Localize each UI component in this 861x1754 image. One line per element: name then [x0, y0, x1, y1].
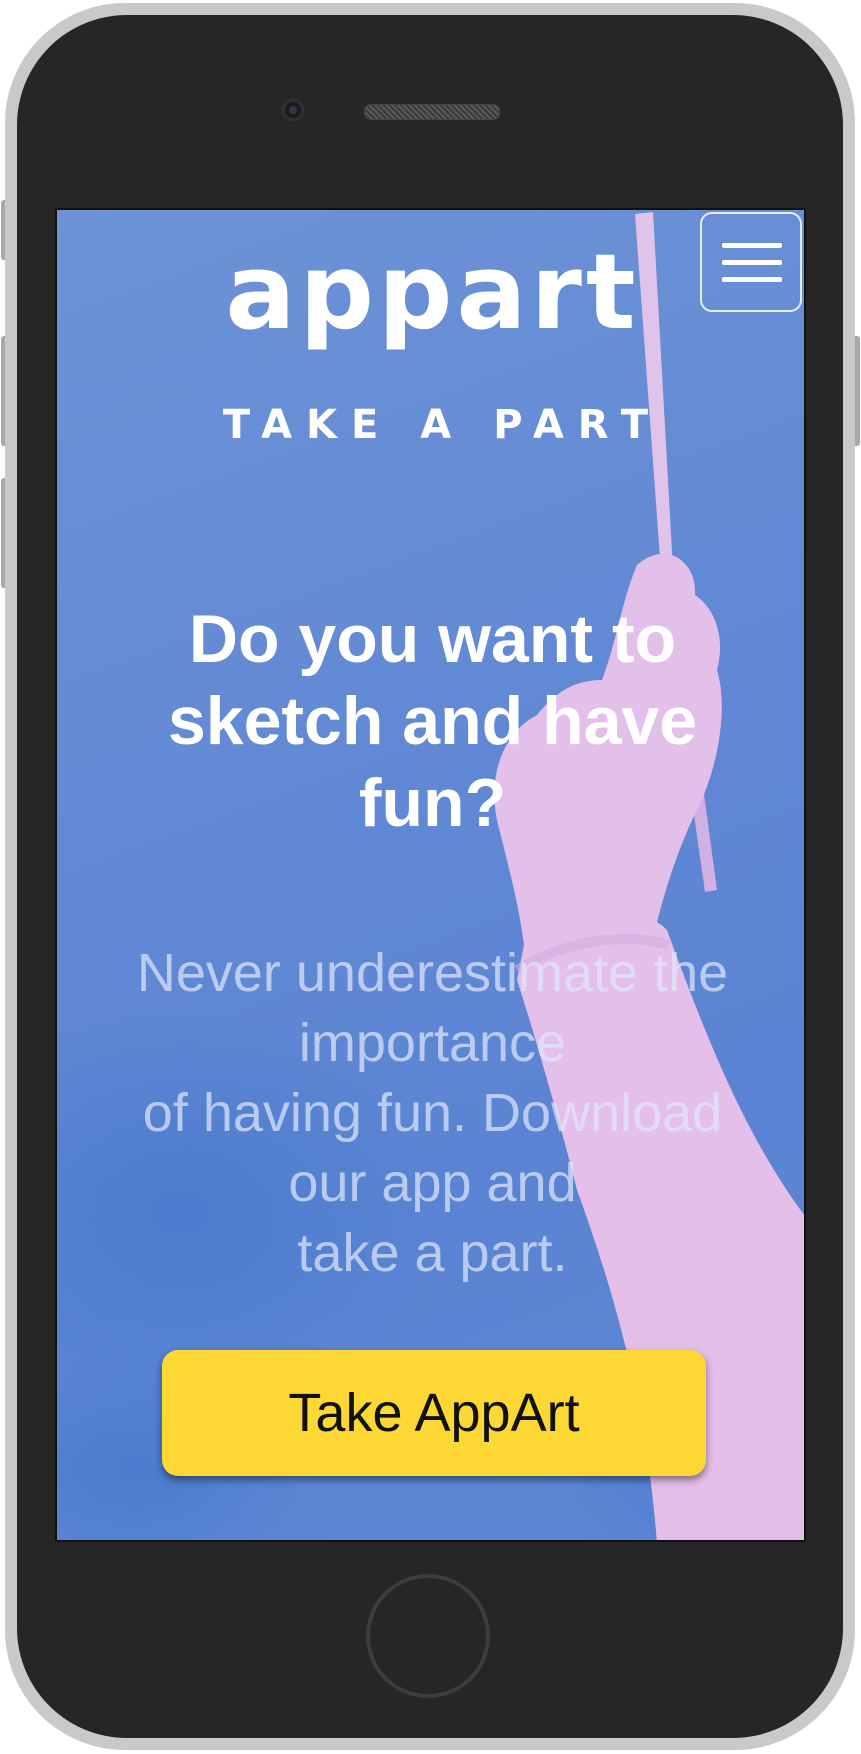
take-appart-button[interactable]: Take AppArt [162, 1350, 706, 1476]
home-button[interactable] [366, 1574, 490, 1698]
hero-subtext-line: Never underestimate the importance [136, 943, 729, 1073]
hero-subtext: Never underestimate the importance of ha… [97, 938, 768, 1288]
app-screen: appart TAKE A PART Do you want to sketch… [55, 208, 806, 1542]
app-tagline: TAKE A PART [222, 402, 663, 448]
hero-subtext-line: of having fun. Download our app and [142, 1083, 723, 1213]
device-mockup: appart TAKE A PART Do you want to sketch… [0, 0, 861, 1754]
hero-subtext-line: take a part. [297, 1223, 568, 1283]
front-camera [281, 98, 305, 122]
app-logo: appart [225, 231, 640, 353]
hero-headline: Do you want to sketch and have fun? [167, 601, 698, 841]
earpiece-speaker [364, 104, 500, 120]
